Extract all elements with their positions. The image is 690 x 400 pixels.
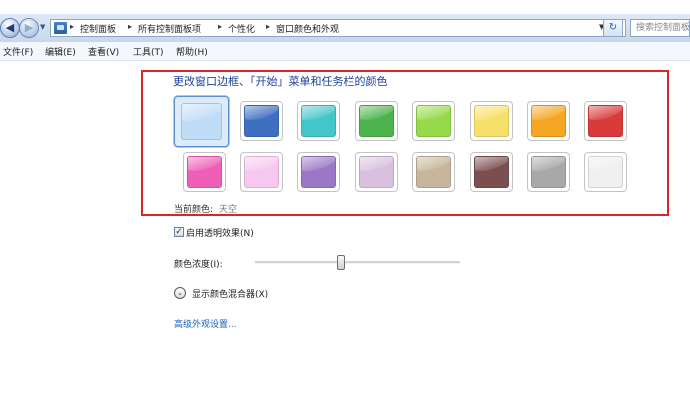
menu-file[interactable]: 文件(F) [3, 45, 33, 58]
page-title: 更改窗口边框、「开始」菜单和任务栏的颜色 [173, 75, 388, 88]
color-swatch[interactable] [240, 152, 283, 192]
color-swatch-fill [474, 156, 509, 188]
color-swatch-fill [244, 156, 279, 188]
color-swatch[interactable] [584, 101, 627, 141]
color-swatch[interactable] [183, 152, 226, 192]
color-swatch[interactable] [297, 101, 340, 141]
color-swatch-fill [416, 156, 451, 188]
breadcrumb-separator-icon[interactable]: ▸ [70, 22, 74, 31]
breadcrumb-all-items[interactable]: 所有控制面板项 [138, 22, 201, 35]
color-swatch[interactable] [527, 152, 570, 192]
color-swatch[interactable] [240, 101, 283, 141]
color-swatch-fill [244, 105, 279, 137]
color-swatch-fill [531, 156, 566, 188]
forward-button[interactable]: ▶ [19, 18, 39, 38]
menu-tools[interactable]: 工具(T) [133, 45, 164, 58]
color-swatch-fill [588, 156, 623, 188]
breadcrumb-control-panel[interactable]: 控制面板 [80, 22, 116, 35]
advanced-appearance-link[interactable]: 高级外观设置... [174, 317, 237, 330]
breadcrumb-separator-icon[interactable]: ▸ [266, 22, 270, 31]
color-intensity-label: 颜色浓度(I): [174, 260, 223, 270]
color-swatch-fill [531, 105, 566, 137]
color-swatch-fill [474, 105, 509, 137]
color-swatch-fill [181, 103, 222, 140]
search-input[interactable]: 搜索控制面板 [630, 19, 690, 37]
color-swatch[interactable] [355, 101, 398, 141]
transparency-checkbox[interactable]: ✓ [174, 227, 184, 237]
current-color-value: 天空 [219, 205, 238, 215]
color-swatch[interactable] [412, 101, 455, 141]
color-swatch[interactable] [470, 101, 513, 141]
back-arrow-icon: ◀ [5, 21, 15, 34]
breadcrumb-separator-icon[interactable]: ▸ [128, 22, 132, 31]
refresh-button[interactable]: ↻ [603, 19, 623, 37]
navigation-bar: ◀ ▶ ▼ ▸ 控制面板 ▸ 所有控制面板项 ▸ 个性化 ▸ 窗口颜色和外观 ▼… [0, 14, 690, 42]
color-swatch-fill [359, 105, 394, 137]
breadcrumb-separator-icon[interactable]: ▸ [218, 22, 222, 31]
chevron-down-icon[interactable]: ⌄ [174, 287, 186, 299]
color-swatch-fill [359, 156, 394, 188]
color-swatch[interactable] [174, 96, 229, 147]
breadcrumb-window-color[interactable]: 窗口颜色和外观 [276, 22, 339, 35]
menu-bar: 文件(F) 编辑(E) 查看(V) 工具(T) 帮助(H) [0, 42, 690, 61]
back-button[interactable]: ◀ [0, 18, 20, 38]
menu-help[interactable]: 帮助(H) [176, 45, 208, 58]
current-color-label: 当前颜色: [174, 205, 214, 215]
color-swatch[interactable] [297, 152, 340, 192]
address-bar[interactable]: ▸ 控制面板 ▸ 所有控制面板项 ▸ 个性化 ▸ 窗口颜色和外观 ▼ [50, 19, 626, 37]
color-swatch-fill [301, 105, 336, 137]
color-swatch-fill [588, 105, 623, 137]
color-swatch[interactable] [412, 152, 455, 192]
color-swatch-fill [301, 156, 336, 188]
color-swatch[interactable] [584, 152, 627, 192]
color-swatch[interactable] [470, 152, 513, 192]
color-swatch[interactable] [355, 152, 398, 192]
menu-view[interactable]: 查看(V) [88, 45, 119, 58]
menu-edit[interactable]: 编辑(E) [45, 45, 76, 58]
color-swatch-fill [187, 156, 222, 188]
color-swatch[interactable] [527, 101, 570, 141]
recent-pages-dropdown-icon[interactable]: ▼ [40, 23, 45, 31]
color-intensity-slider-thumb[interactable] [337, 255, 345, 270]
color-intensity-slider[interactable] [255, 261, 460, 264]
forward-arrow-icon: ▶ [24, 21, 34, 34]
refresh-icon: ↻ [608, 22, 618, 33]
color-swatch-fill [416, 105, 451, 137]
control-panel-icon [54, 22, 67, 34]
transparency-label: 启用透明效果(N) [186, 229, 254, 239]
show-color-mixer-toggle[interactable]: 显示颜色混合器(X) [192, 287, 268, 300]
breadcrumb-personalization[interactable]: 个性化 [228, 22, 255, 35]
